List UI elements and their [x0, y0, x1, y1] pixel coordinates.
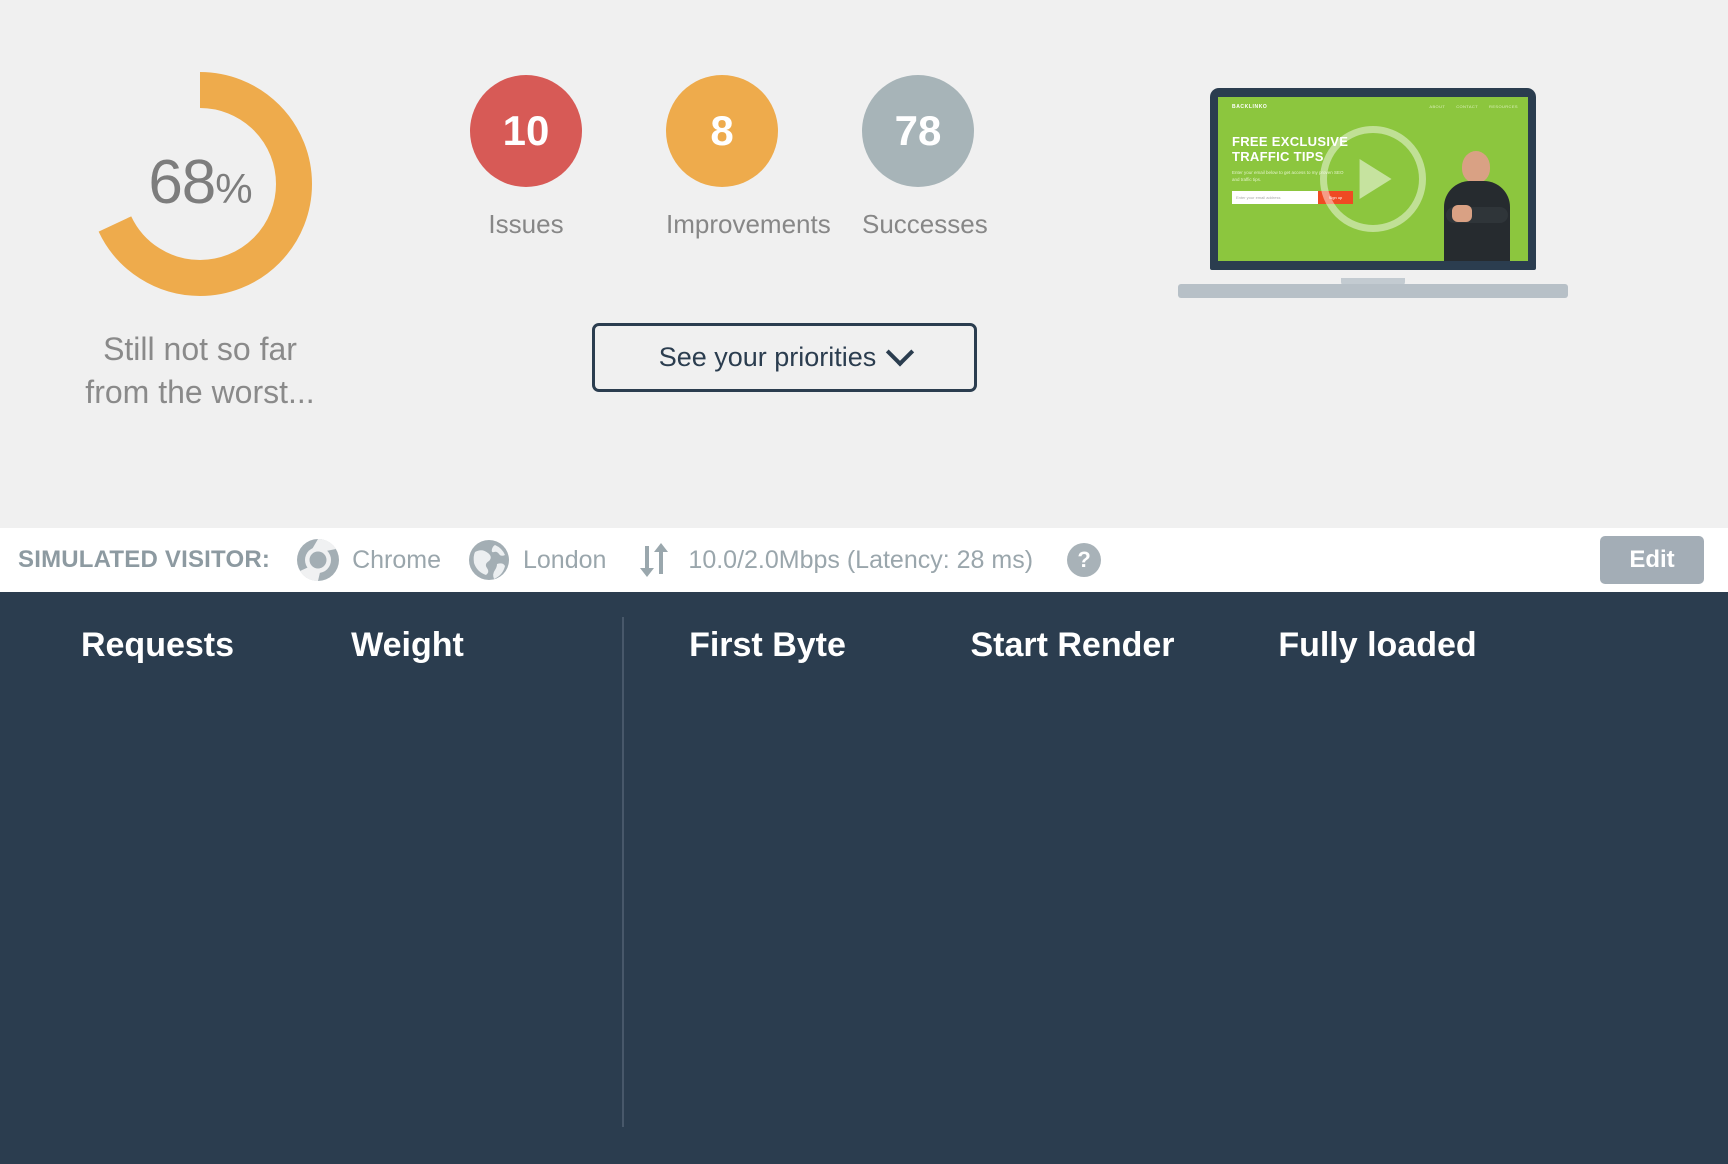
laptop-base	[1178, 284, 1568, 298]
improvements-count-circle: 8	[666, 75, 778, 187]
first-byte-title: First Byte	[689, 626, 846, 664]
globe-icon	[468, 540, 509, 580]
score-caption: Still not so far from the worst...	[0, 328, 400, 414]
improvements-label: Improvements	[666, 209, 831, 239]
visitor-bandwidth-text: 10.0/2.0Mbps (Latency: 28 ms)	[688, 545, 1034, 574]
play-triangle-icon	[1359, 159, 1392, 199]
preview-site-logo: BACKLINKO	[1232, 104, 1268, 110]
visitor-help-icon[interactable]: ?	[1067, 543, 1102, 577]
weight-title: Weight	[351, 626, 464, 664]
visitor-location: London	[467, 538, 606, 582]
bubble-improvements[interactable]: 8 Improvements	[666, 75, 831, 240]
page-preview-thumbnail[interactable]: BACKLINKO ABOUT CONTACT RESOURCES FREE E…	[1178, 82, 1568, 298]
score-number: 68	[148, 148, 216, 218]
successes-label: Successes	[862, 209, 988, 239]
score-value-text: 68%	[84, 147, 316, 218]
issues-label: Issues	[488, 209, 564, 239]
issues-count: 10	[502, 107, 550, 154]
laptop-frame: BACKLINKO ABOUT CONTACT RESOURCES FREE E…	[1210, 88, 1536, 270]
play-icon[interactable]	[1320, 126, 1426, 232]
metrics-panel: Requests Weight First Byte Start Render …	[0, 592, 1728, 1164]
visitor-bandwidth: 10.0/2.0Mbps (Latency: 28 ms)	[632, 538, 1033, 582]
score-bubbles: 10 Issues 8 Improvements 78 Successes	[470, 75, 988, 240]
chevron-down-icon	[886, 337, 915, 366]
score-caption-line1: Still not so far	[103, 331, 297, 367]
preview-person-head	[1462, 151, 1490, 183]
panel-divider	[622, 617, 624, 1127]
start-render-title: Start Render	[970, 626, 1175, 664]
bubble-issues[interactable]: 10 Issues	[470, 75, 582, 240]
overall-score-block: 68% Still not so far from the worst...	[0, 40, 400, 414]
see-your-priorities-button[interactable]: See your priorities	[592, 323, 977, 392]
bubble-successes[interactable]: 78 Successes	[862, 75, 988, 240]
score-caption-line2: from the worst...	[85, 374, 315, 410]
successes-count: 78	[894, 107, 942, 154]
edit-button[interactable]: Edit	[1600, 536, 1704, 584]
preview-nav-item-0: ABOUT	[1429, 104, 1446, 109]
preview-person-hand	[1452, 205, 1472, 222]
visitor-location-name: London	[522, 545, 607, 574]
simulated-visitor-bar: SIMULATED VISITOR: Chrome London 10.0/2.…	[0, 528, 1728, 592]
simulated-visitor-label: SIMULATED VISITOR:	[18, 546, 271, 573]
improvements-count: 8	[710, 107, 734, 154]
preview-nav-item-1: CONTACT	[1456, 104, 1479, 109]
issues-count-circle: 10	[470, 75, 582, 187]
preview-site-nav: ABOUT CONTACT RESOURCES	[1429, 104, 1518, 109]
preview-person-photo	[1442, 149, 1512, 261]
preview-screenshot: BACKLINKO ABOUT CONTACT RESOURCES FREE E…	[1218, 97, 1528, 261]
score-percent-symbol: %	[215, 165, 252, 213]
overall-score-donut: 68%	[84, 68, 316, 300]
chrome-icon	[297, 538, 340, 582]
visitor-browser: Chrome	[296, 538, 441, 582]
successes-count-circle: 78	[862, 75, 974, 187]
preview-nav-item-2: RESOURCES	[1489, 104, 1518, 109]
visitor-browser-name: Chrome	[352, 545, 441, 574]
see-your-priorities-label: See your priorities	[658, 342, 877, 372]
preview-email-input: Enter your email address	[1232, 191, 1318, 204]
fully-loaded-title: Fully loaded	[1278, 626, 1477, 664]
requests-title: Requests	[80, 626, 235, 664]
summary-panel: 68% Still not so far from the worst... 1…	[0, 0, 1728, 528]
up-down-arrows-icon	[640, 543, 669, 577]
